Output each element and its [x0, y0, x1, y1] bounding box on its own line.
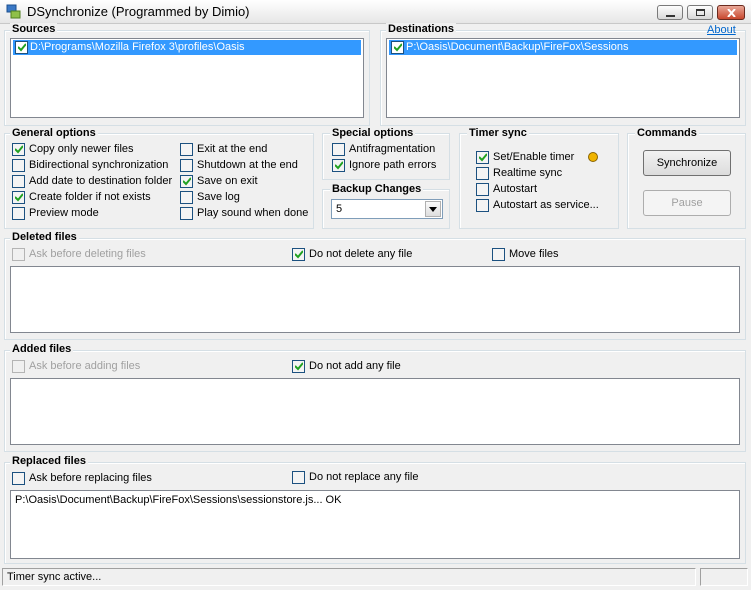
check-icon — [295, 362, 303, 371]
close-icon — [727, 9, 736, 17]
check-icon — [183, 177, 191, 186]
added-files-log[interactable] — [10, 378, 740, 445]
backup-changes-select[interactable]: 5 — [331, 199, 443, 219]
destinations-list[interactable]: P:\Oasis\Document\Backup\FireFox\Session… — [386, 38, 740, 118]
check-icon — [394, 43, 402, 52]
replaced-files-log[interactable]: P:\Oasis\Document\Backup\FireFox\Session… — [10, 490, 740, 559]
maximize-button[interactable] — [687, 5, 713, 20]
timer-sync-group — [459, 133, 619, 229]
log-entry: P:\Oasis\Document\Backup\FireFox\Session… — [15, 494, 342, 506]
destination-item-label: P:\Oasis\Document\Backup\FireFox\Session… — [406, 41, 629, 53]
app-icon — [6, 4, 22, 20]
commands-title: Commands — [635, 127, 699, 139]
source-item-checkbox[interactable] — [15, 41, 28, 54]
check-icon — [479, 153, 487, 162]
timer-sync-title: Timer sync — [467, 127, 529, 139]
destination-item[interactable]: P:\Oasis\Document\Backup\FireFox\Session… — [389, 40, 737, 55]
title-bar[interactable]: DSynchronize (Programmed by Dimio) — [0, 0, 751, 24]
backup-changes-value: 5 — [336, 203, 343, 215]
check-icon — [295, 250, 303, 259]
about-link[interactable]: About — [707, 24, 736, 36]
destination-item-checkbox[interactable] — [391, 41, 404, 54]
synchronize-button[interactable]: Synchronize — [643, 150, 731, 176]
replaced-files-title: Replaced files — [10, 455, 88, 467]
status-bar: Timer sync active... — [0, 568, 751, 590]
special-options-group — [322, 133, 450, 180]
pause-button[interactable]: Pause — [643, 190, 731, 216]
backup-changes-title: Backup Changes — [330, 183, 424, 195]
deleted-files-title: Deleted files — [10, 231, 79, 243]
chevron-down-icon[interactable] — [425, 201, 441, 217]
status-text: Timer sync active... — [2, 568, 696, 586]
sources-title: Sources — [10, 23, 58, 35]
check-icon — [15, 145, 23, 154]
special-options-title: Special options — [330, 127, 416, 139]
timer-status-indicator-icon — [588, 152, 598, 162]
sources-list[interactable]: D:\Programs\Mozilla Firefox 3\profiles\O… — [10, 38, 364, 118]
source-item-label: D:\Programs\Mozilla Firefox 3\profiles\O… — [30, 41, 245, 53]
destinations-title: Destinations — [386, 23, 457, 35]
status-pane-secondary — [700, 568, 748, 586]
source-item[interactable]: D:\Programs\Mozilla Firefox 3\profiles\O… — [13, 40, 361, 55]
added-files-title: Added files — [10, 343, 74, 355]
check-icon — [15, 193, 23, 202]
check-icon — [335, 161, 343, 170]
deleted-files-log[interactable] — [10, 266, 740, 333]
minimize-button[interactable] — [657, 5, 683, 20]
general-options-title: General options — [10, 127, 98, 139]
check-icon — [18, 43, 26, 52]
window-title: DSynchronize (Programmed by Dimio) — [27, 4, 250, 19]
close-button[interactable] — [717, 5, 745, 20]
